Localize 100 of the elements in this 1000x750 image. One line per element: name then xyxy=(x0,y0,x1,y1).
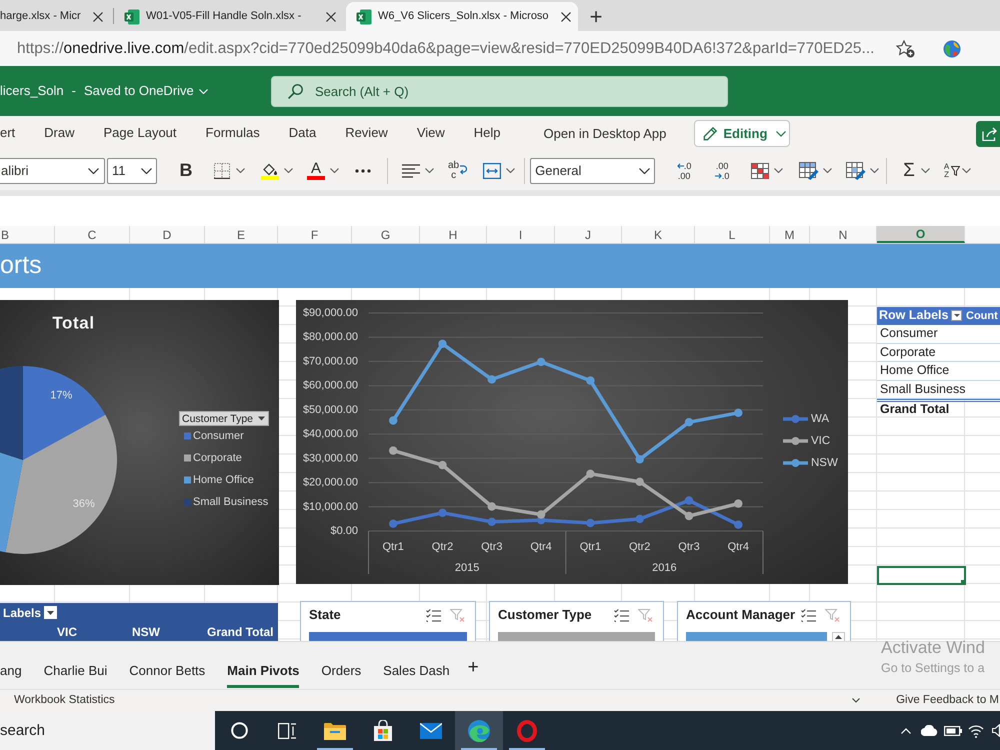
category-group-label: 2016 xyxy=(652,562,677,574)
globe-icon[interactable] xyxy=(943,40,961,58)
sheet-tab[interactable]: Charlie Bui xyxy=(32,648,118,688)
new-tab-button[interactable]: + xyxy=(584,2,608,31)
ribbon-tab[interactable]: Page Layout xyxy=(104,116,177,151)
filter-dropdown-button[interactable] xyxy=(44,606,58,619)
activation-text: Go to Settings to a xyxy=(881,660,985,677)
add-sheet-button[interactable]: + xyxy=(464,648,482,688)
multi-select-icon[interactable] xyxy=(614,608,629,622)
column-header[interactable]: D xyxy=(130,226,205,243)
sort-filter-button[interactable]: A Z xyxy=(942,158,974,184)
close-icon[interactable] xyxy=(93,12,103,22)
number-format-dropdown[interactable]: General xyxy=(530,158,656,184)
font-color-button[interactable]: A xyxy=(305,158,341,184)
autosum-button[interactable]: Σ xyxy=(901,158,932,184)
browser-tab[interactable]: W01-V05-Fill Handle Soln.xlsx - xyxy=(114,2,346,31)
column-label: NSW xyxy=(132,624,160,638)
search-field[interactable]: Search (Alt + Q) xyxy=(271,76,728,106)
axis-label: $80,000.00 xyxy=(302,331,358,344)
ribbon-tab[interactable]: Draw xyxy=(44,116,75,151)
column-header[interactable]: F xyxy=(278,226,352,243)
ribbon-tab[interactable]: Review xyxy=(345,116,388,151)
swirl-icon xyxy=(468,720,490,742)
chevron-up-icon[interactable] xyxy=(901,728,911,734)
sheet-tab[interactable]: ang xyxy=(0,648,33,688)
wifi-icon[interactable] xyxy=(968,724,984,738)
font-name-dropdown[interactable]: alibri xyxy=(0,158,105,184)
column-label: Grand Total xyxy=(207,624,274,638)
legend-label: Home Office xyxy=(193,474,254,486)
column-header[interactable]: J xyxy=(555,226,622,243)
category-label: Qtr1 xyxy=(580,541,602,553)
envelope-icon xyxy=(420,722,442,738)
category-label: Qtr2 xyxy=(432,541,454,553)
multi-select-icon[interactable] xyxy=(426,608,441,622)
chevron-down-icon xyxy=(141,168,152,174)
row-label: Small Business xyxy=(880,380,966,398)
paint-bucket-icon xyxy=(261,162,279,180)
ribbon-tab[interactable]: ert xyxy=(0,116,16,151)
arrow-left-icon xyxy=(676,162,684,168)
column-header[interactable]: E xyxy=(205,226,278,243)
column-header[interactable]: K xyxy=(622,226,695,243)
close-icon[interactable] xyxy=(326,12,336,22)
open-desktop-app-button[interactable]: Open in Desktop App xyxy=(544,120,666,147)
search-field[interactable]: search xyxy=(0,711,215,750)
borders-icon xyxy=(214,162,230,178)
sheet-tab[interactable]: Connor Betts xyxy=(118,648,216,688)
chevron-down-icon[interactable] xyxy=(852,698,860,703)
ribbon-tab[interactable]: Help xyxy=(474,116,501,151)
column-header[interactable]: I xyxy=(487,226,555,243)
axis-label: $50,000.00 xyxy=(302,404,358,416)
column-header[interactable]: C xyxy=(55,226,130,243)
highlighted-grid-icon xyxy=(751,162,770,178)
scroll-up-button[interactable] xyxy=(832,632,845,641)
file-name-button[interactable]: licers_Soln - Saved to OneDrive xyxy=(0,76,208,106)
decrease-decimal-button[interactable]: .00 .0 xyxy=(711,158,734,184)
axis-label: $40,000.00 xyxy=(302,428,358,440)
row-label: Consumer xyxy=(880,325,938,342)
data-label: 36% xyxy=(72,498,95,510)
bold-button[interactable]: B xyxy=(174,158,198,184)
task-view-icon[interactable] xyxy=(278,722,296,738)
column-label: VIC xyxy=(57,624,78,638)
selected-cell[interactable] xyxy=(877,566,966,585)
circle-icon[interactable] xyxy=(230,722,248,739)
slicer-title: State xyxy=(309,606,341,624)
browser-tab[interactable]: harge.xlsx - Micr xyxy=(0,2,113,31)
axis-label: $10,000.00 xyxy=(302,500,358,513)
chevron-down-icon xyxy=(920,168,930,173)
column-label: Count xyxy=(965,308,998,324)
wrap-text-button[interactable]: ab c xyxy=(446,158,470,184)
favorite-add-icon[interactable] xyxy=(896,40,915,58)
battery-icon[interactable] xyxy=(944,726,962,736)
close-icon[interactable] xyxy=(560,12,571,22)
feedback-link[interactable]: Give Feedback to M xyxy=(896,692,999,710)
speaker-icon[interactable] xyxy=(992,724,1000,737)
share-button[interactable] xyxy=(976,120,1000,146)
legend-filter-button[interactable]: Customer Type xyxy=(179,411,269,426)
column-header[interactable]: B xyxy=(0,226,55,243)
column-label: Row Labels xyxy=(879,307,948,324)
font-size-dropdown[interactable]: 11 xyxy=(107,158,157,184)
ribbon-tab[interactable]: View xyxy=(416,116,445,151)
column-header[interactable]: L xyxy=(695,226,770,243)
ribbon-tab[interactable]: Data xyxy=(288,116,316,151)
sheet-tab[interactable]: Sales Dash xyxy=(372,648,461,688)
caret-up-icon xyxy=(835,635,842,639)
increase-decimal-button[interactable]: .0 .00 xyxy=(673,158,696,184)
chevron-down-icon xyxy=(330,168,339,173)
multi-select-icon[interactable] xyxy=(801,608,816,622)
column-header[interactable]: H xyxy=(420,226,487,243)
ribbon-tab[interactable]: Formulas xyxy=(206,116,260,151)
cloud-icon[interactable] xyxy=(921,725,938,736)
browser-tab[interactable]: W6_V6 Slicers_Soln.xlsx - Microso xyxy=(346,2,578,31)
axis-label: $20,000.00 xyxy=(302,476,358,489)
editing-mode-button[interactable]: Editing xyxy=(694,120,790,147)
sheet-tab[interactable]: Orders xyxy=(310,648,372,688)
filter-dropdown-button[interactable] xyxy=(951,310,962,322)
pencil-icon xyxy=(703,126,718,140)
column-header[interactable]: G xyxy=(352,226,420,243)
legend-label: Corporate xyxy=(193,452,242,464)
column-header[interactable]: M xyxy=(770,226,810,243)
chevron-down-icon xyxy=(236,168,245,173)
